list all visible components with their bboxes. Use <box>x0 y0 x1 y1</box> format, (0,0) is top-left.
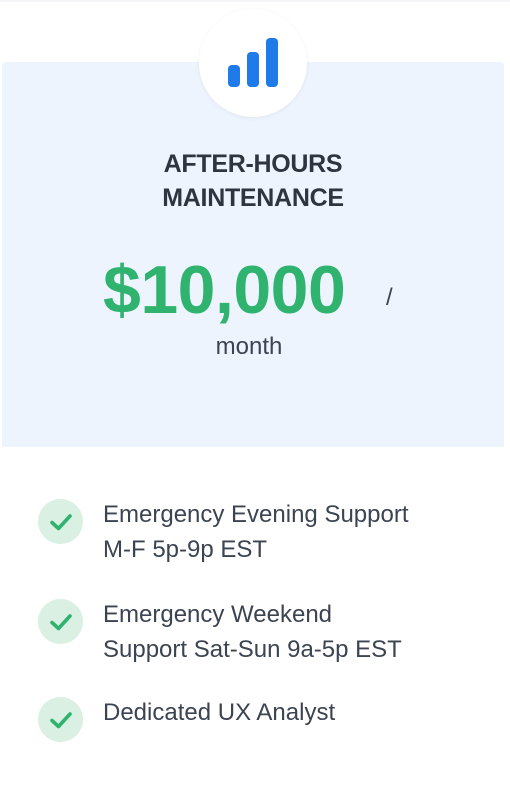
check-icon <box>38 599 83 644</box>
top-divider <box>0 0 510 2</box>
feature-text: Dedicated UX Analyst <box>103 695 473 730</box>
feature-text-line-1: Emergency Evening Support <box>103 501 409 528</box>
plan-price: $10,000 <box>103 252 346 328</box>
plan-title-line-2: MAINTENANCE <box>162 184 344 212</box>
price-separator: / <box>386 284 393 311</box>
feature-text-line-1: Dedicated UX Analyst <box>103 699 336 726</box>
feature-text-line-2: M-F 5p-9p EST <box>103 536 268 563</box>
feature-text: Emergency Evening Support M-F 5p-9p EST <box>103 497 473 567</box>
feature-text-line-2: Support Sat-Sun 9a-5p EST <box>103 636 402 663</box>
plan-title-line-1: AFTER-HOURS <box>163 150 343 178</box>
feature-text: Emergency Weekend Support Sat-Sun 9a-5p … <box>103 597 473 667</box>
price-row: $10,000 / <box>0 252 510 332</box>
plan-title: AFTER-HOURS MAINTENANCE <box>2 147 504 215</box>
bar-chart-icon <box>228 38 278 87</box>
pricing-card: AFTER-HOURS MAINTENANCE $10,000 / month … <box>0 0 510 796</box>
billing-period: month <box>215 333 283 360</box>
feature-text-line-1: Emergency Weekend <box>103 601 333 628</box>
plan-icon-badge <box>199 9 307 117</box>
check-icon <box>38 697 83 742</box>
check-icon <box>38 499 83 544</box>
